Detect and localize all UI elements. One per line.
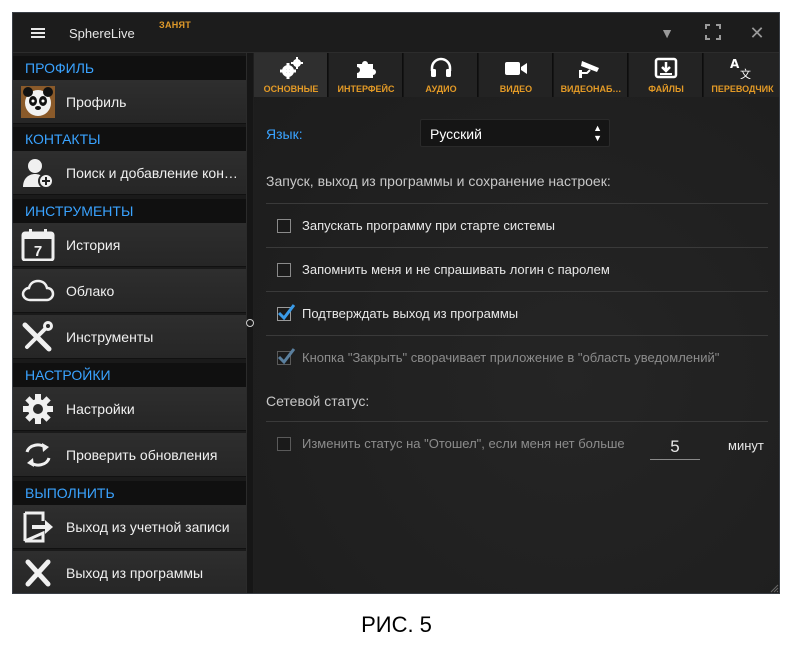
- tab-label: ФАЙЛЫ: [648, 84, 684, 94]
- language-label: Язык:: [266, 126, 303, 142]
- splitter-handle[interactable]: [246, 319, 254, 327]
- sidebar: ПРОФИЛЬ Профиль КОНТАКТЫ Поиск и добавле…: [13, 53, 246, 593]
- section-header-settings: НАСТРОЙКИ: [13, 363, 246, 387]
- network-section-title: Сетевой статус:: [266, 393, 370, 409]
- sidebar-item-label: Инструменты: [66, 329, 154, 345]
- tab-translator[interactable]: A 文 ПЕРЕВОДЧИК: [704, 53, 779, 97]
- sidebar-item-label: История: [66, 237, 121, 253]
- checkmark-icon: [277, 348, 295, 365]
- close-icon[interactable]: ✕: [747, 23, 767, 43]
- sidebar-item-label: Настройки: [66, 401, 135, 417]
- tab-files[interactable]: ФАЙЛЫ: [629, 53, 703, 97]
- close-x-icon: [21, 557, 55, 589]
- tab-interface[interactable]: ИНТЕРФЕЙС: [329, 53, 403, 97]
- translate-icon: A 文: [729, 57, 753, 81]
- calendar-icon: 7: [21, 229, 55, 262]
- svg-text:文: 文: [740, 67, 751, 79]
- remember-me-checkbox[interactable]: [277, 263, 291, 277]
- option-close-to-tray: Кнопка "Закрыть" сворачивает приложение …: [266, 335, 768, 379]
- app-window: SphereLive ЗАНЯТ ▼ ✕ ПРОФИЛЬ Профиль КОН…: [12, 12, 780, 594]
- tab-label: ВИДЕО: [499, 84, 533, 94]
- sidebar-item-history[interactable]: 7 История: [13, 223, 246, 267]
- settings-tabs: ОСНОВНЫЕ ИНТЕРФЕЙС АУДИО ВИДЕО ВИДЕОНАБ……: [254, 53, 779, 97]
- option-label: Изменить статус на "Отошел", если меня н…: [302, 436, 625, 451]
- sidebar-item-check-updates[interactable]: Проверить обновления: [13, 433, 246, 477]
- section-header-contacts: КОНТАКТЫ: [13, 127, 246, 151]
- confirm-exit-checkbox[interactable]: [277, 304, 295, 321]
- close-to-tray-checkbox: [277, 348, 295, 365]
- sidebar-item-label: Выход из учетной записи: [66, 519, 230, 535]
- gears-icon: [279, 57, 303, 79]
- tab-general[interactable]: ОСНОВНЫЕ: [254, 53, 328, 97]
- checkmark-icon: [277, 304, 295, 321]
- fullscreen-icon[interactable]: [703, 23, 723, 43]
- video-camera-icon: [504, 57, 528, 79]
- add-contact-icon: [21, 157, 55, 189]
- tab-audio[interactable]: АУДИО: [404, 53, 478, 97]
- tools-icon: [21, 321, 55, 353]
- status-badge[interactable]: ЗАНЯТ: [159, 20, 191, 30]
- download-icon: [654, 57, 678, 79]
- resize-grip-icon[interactable]: [769, 583, 779, 593]
- dropdown-triangle-icon[interactable]: ▼: [657, 23, 677, 43]
- sidebar-item-label: Проверить обновления: [66, 447, 218, 463]
- section-header-execute: ВЫПОЛНИТЬ: [13, 481, 246, 505]
- tab-video[interactable]: ВИДЕО: [479, 53, 553, 97]
- tab-label: ОСНОВНЫЕ: [263, 84, 319, 94]
- option-confirm-exit: Подтверждать выход из программы: [266, 291, 768, 335]
- autostart-checkbox[interactable]: [277, 219, 291, 233]
- away-minutes-input[interactable]: 5: [650, 434, 700, 460]
- svg-text:7: 7: [34, 243, 42, 260]
- gear-icon: [21, 393, 55, 425]
- minutes-unit-label: минут: [728, 438, 764, 453]
- tab-label: ВИДЕОНАБ…: [560, 84, 622, 94]
- refresh-icon: [21, 439, 55, 471]
- cloud-icon: [21, 275, 55, 307]
- figure-caption: РИС. 5: [361, 612, 432, 637]
- tab-label: АУДИО: [425, 84, 457, 94]
- section-header-tools: ИНСТРУМЕНТЫ: [13, 199, 246, 223]
- option-label: Кнопка "Закрыть" сворачивает приложение …: [302, 350, 720, 365]
- panda-avatar-icon: [21, 86, 55, 118]
- sidebar-item-profile[interactable]: Профиль: [13, 80, 246, 124]
- svg-text:A: A: [730, 57, 740, 71]
- startup-section-title: Запуск, выход из программы и сохранение …: [266, 173, 611, 189]
- option-away-status: Изменить статус на "Отошел", если меня н…: [266, 421, 768, 465]
- sidebar-item-label: Выход из программы: [66, 565, 204, 581]
- sidebar-item-cloud[interactable]: Облако: [13, 269, 246, 313]
- option-autostart: Запускать программу при старте системы: [266, 203, 768, 247]
- option-label[interactable]: Запомнить меня и не спрашивать логин с п…: [302, 262, 610, 277]
- headset-icon: [429, 57, 453, 79]
- sidebar-item-label: Профиль: [66, 94, 127, 110]
- sidebar-item-label: Облако: [66, 283, 115, 299]
- language-select[interactable]: Русский ▲ ▼: [420, 119, 610, 147]
- sidebar-item-logout[interactable]: Выход из учетной записи: [13, 505, 246, 549]
- logout-icon: [21, 511, 55, 543]
- tab-label: ИНТЕРФЕЙС: [337, 84, 395, 94]
- title-bar: SphereLive ЗАНЯТ ▼ ✕: [13, 13, 779, 53]
- hamburger-menu-icon[interactable]: [21, 21, 55, 45]
- section-header-profile: ПРОФИЛЬ: [13, 56, 246, 80]
- sidebar-item-search-contacts[interactable]: Поиск и добавление кон…: [13, 151, 246, 195]
- cctv-camera-icon: [579, 57, 603, 79]
- sidebar-item-exit[interactable]: Выход из программы: [13, 551, 246, 593]
- away-status-checkbox: [277, 437, 291, 451]
- tab-label: ПЕРЕВОДЧИК: [711, 84, 774, 94]
- language-value: Русский: [430, 126, 482, 142]
- option-label[interactable]: Подтверждать выход из программы: [302, 306, 518, 321]
- puzzle-icon: [354, 57, 378, 79]
- option-label[interactable]: Запускать программу при старте системы: [302, 218, 555, 233]
- sidebar-item-tools[interactable]: Инструменты: [13, 315, 246, 359]
- sidebar-item-settings[interactable]: Настройки: [13, 387, 246, 431]
- settings-panel: ОСНОВНЫЕ ИНТЕРФЕЙС АУДИО ВИДЕО ВИДЕОНАБ……: [254, 53, 779, 593]
- select-arrows-icon: ▲ ▼: [593, 123, 602, 143]
- tab-surveillance[interactable]: ВИДЕОНАБ…: [554, 53, 628, 97]
- option-remember-me: Запомнить меня и не спрашивать логин с п…: [266, 247, 768, 291]
- sidebar-item-label: Поиск и добавление кон…: [66, 165, 238, 181]
- app-name: SphereLive: [69, 26, 135, 41]
